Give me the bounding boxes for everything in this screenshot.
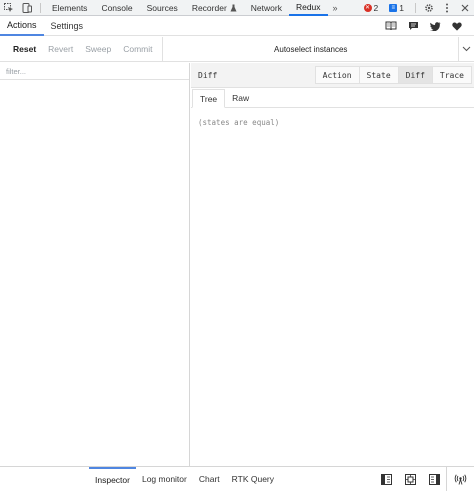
book-icon[interactable] [380,17,402,36]
action-controls-bar: Reset Revert Sweep Commit Autoselect ins… [0,36,474,62]
heart-icon[interactable] [446,17,468,36]
action-list-pane [0,63,190,466]
error-count: 2 [373,2,379,13]
inspector-subtabs: Tree Raw [191,88,474,108]
message-count: 1 [399,2,404,13]
toolbar-divider [40,2,41,13]
dock-left-icon[interactable] [374,467,398,491]
revert-button[interactable]: Revert [42,37,79,62]
chat-icon[interactable] [402,17,424,36]
instance-selector[interactable]: Autoselect instances [163,45,458,54]
message-icon: ≡ [389,3,398,12]
diff-content: (states are equal) [191,108,474,137]
chevron-down-icon[interactable] [458,36,474,62]
monitor-tab-rtk-query[interactable]: RTK Query [226,467,280,491]
mode-trace-button[interactable]: Trace [432,66,472,84]
monitor-bar: Inspector Log monitor Chart RTK Query [0,466,474,491]
monitor-tab-inspector[interactable]: Inspector [89,466,136,491]
sweep-button[interactable]: Sweep [79,37,117,62]
inspect-icon[interactable] [0,0,18,16]
tab-sources[interactable]: Sources [140,0,185,16]
toolbar-divider [415,2,416,13]
device-toggle-icon[interactable] [18,0,36,16]
twitter-icon[interactable] [424,17,446,36]
inspector-mode-switch: Action State Diff Trace [314,66,472,84]
recorder-flask-icon [230,4,237,12]
message-badge[interactable]: ≡ 1 [385,2,408,14]
dock-right-icon[interactable] [422,467,446,491]
tab-recorder[interactable]: Recorder [185,0,244,16]
commit-button[interactable]: Commit [117,37,158,62]
error-icon: ✕ [363,3,372,12]
monitor-tab-chart[interactable]: Chart [193,467,226,491]
gear-icon[interactable] [420,0,438,16]
redux-header: Actions Settings [0,17,474,36]
kebab-menu-icon[interactable] [438,0,456,16]
tab-network[interactable]: Network [244,0,289,16]
filter-input[interactable] [6,66,186,76]
tab-actions[interactable]: Actions [0,17,44,36]
tab-elements[interactable]: Elements [45,0,94,16]
error-badge[interactable]: ✕ 2 [360,2,383,14]
more-tabs-button[interactable]: » [328,3,343,13]
reset-button[interactable]: Reset [0,37,42,62]
mode-state-button[interactable]: State [359,66,399,84]
states-equal-message: (states are equal) [198,118,280,127]
tab-console[interactable]: Console [94,0,139,16]
monitor-tab-log-monitor[interactable]: Log monitor [136,467,193,491]
mode-diff-button[interactable]: Diff [398,66,433,84]
inspector-header: Diff Action State Diff Trace [191,63,474,88]
tab-redux[interactable]: Redux [288,0,328,16]
remote-antenna-icon[interactable] [446,466,474,491]
subtab-tree[interactable]: Tree [192,89,226,108]
dock-center-icon[interactable] [398,467,422,491]
inspector-pane: Diff Action State Diff Trace Tree Raw (s… [191,63,474,466]
filter-bar [0,63,189,80]
close-devtools-icon[interactable] [456,0,474,16]
subtab-raw[interactable]: Raw [225,88,256,107]
mode-action-button[interactable]: Action [314,66,360,84]
tab-recorder-label: Recorder [191,2,227,13]
devtools-tab-bar: Elements Console Sources Recorder Networ… [0,0,474,16]
tab-settings[interactable]: Settings [44,17,91,36]
inspector-title: Diff [198,70,218,80]
